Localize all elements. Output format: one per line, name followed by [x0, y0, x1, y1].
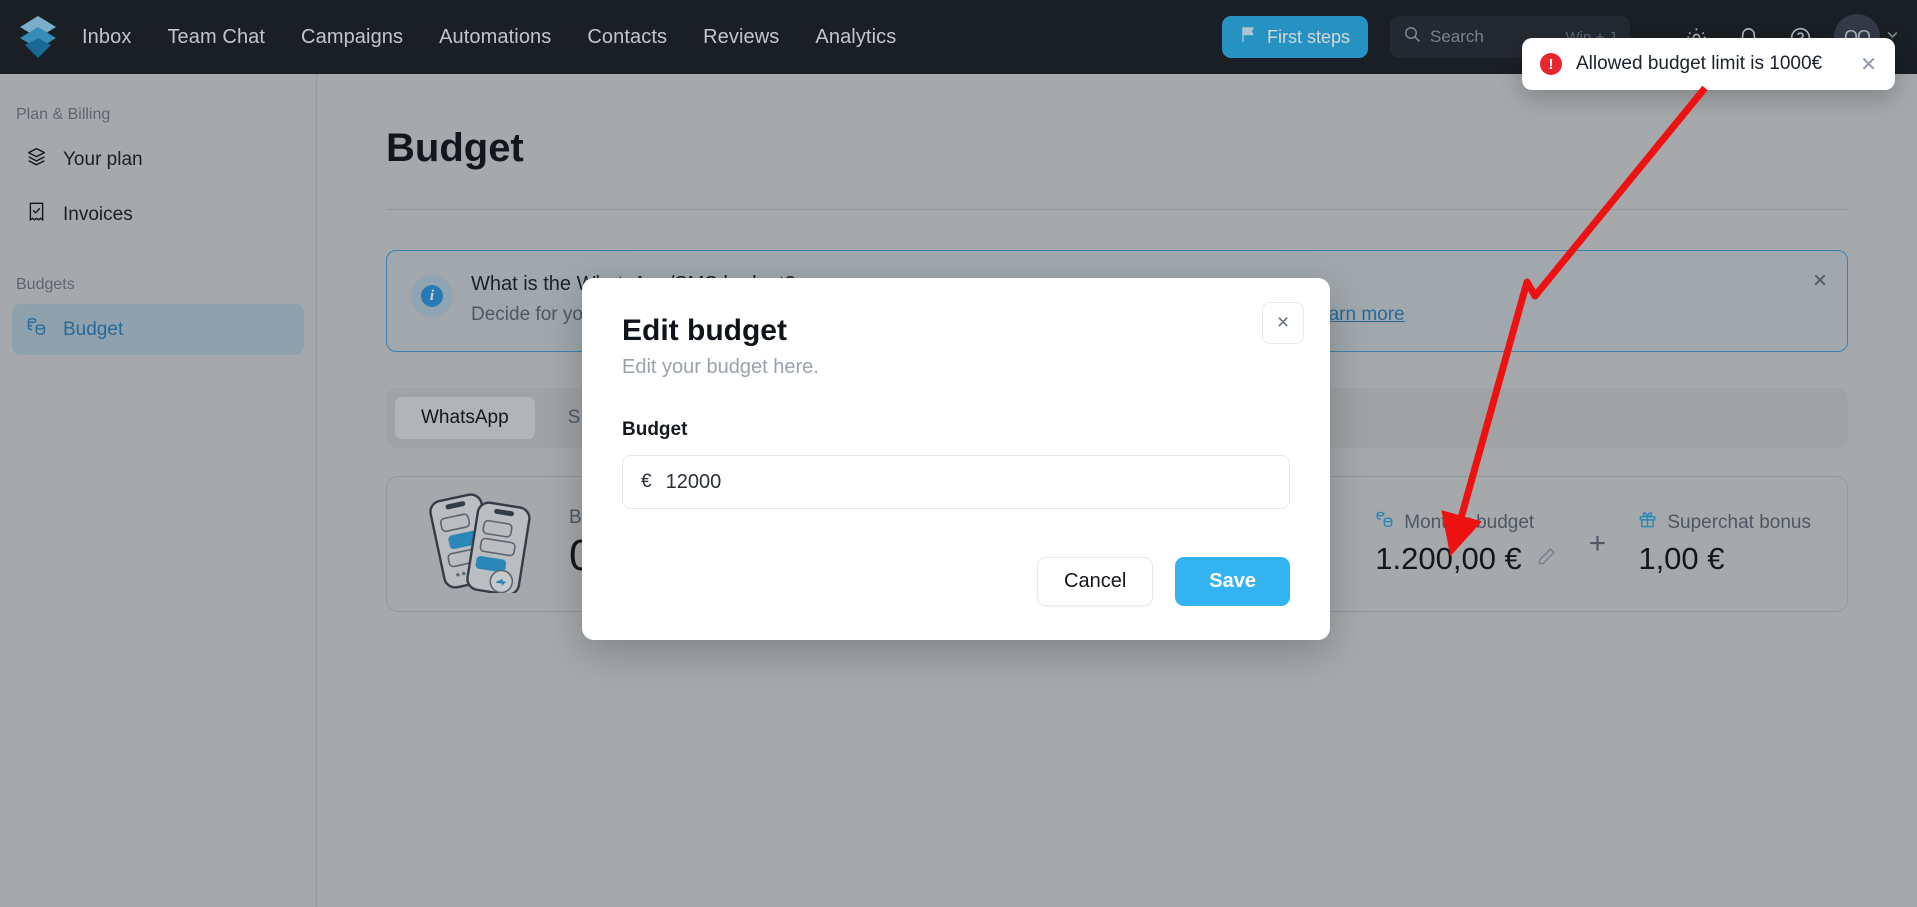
edit-budget-modal: × Edit budget Edit your budget here. Bud… [582, 278, 1330, 640]
modal-close-icon[interactable]: × [1262, 302, 1304, 344]
modal-actions: Cancel Save [622, 557, 1290, 606]
toast-message: Allowed budget limit is 1000€ [1576, 53, 1823, 74]
budget-amount-input[interactable]: € 12000 [622, 455, 1290, 509]
currency-symbol: € [641, 471, 652, 492]
modal-title: Edit budget [622, 314, 787, 347]
cancel-button[interactable]: Cancel [1037, 557, 1154, 606]
budget-field-label: Budget [622, 419, 688, 440]
budget-amount-value: 12000 [665, 470, 722, 493]
error-icon: ! [1540, 53, 1562, 75]
toast-close-icon[interactable]: ✕ [1860, 52, 1877, 77]
error-toast: ! Allowed budget limit is 1000€ ✕ [1522, 38, 1895, 90]
save-button[interactable]: Save [1175, 557, 1290, 606]
modal-subtitle: Edit your budget here. [622, 356, 819, 378]
